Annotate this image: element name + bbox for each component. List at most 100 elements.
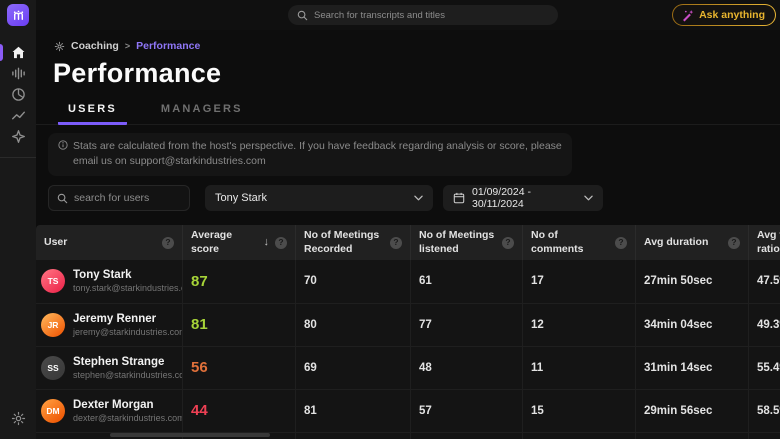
- date-range-picker[interactable]: 01/09/2024 - 30/11/2024: [443, 185, 603, 211]
- notice-text-line1: Stats are calculated from the host's per…: [73, 139, 562, 154]
- sidebar-item-reports[interactable]: [0, 84, 36, 105]
- column-header-meetings-recorded[interactable]: No of Meetings Recorded ?: [295, 225, 410, 259]
- avg-duration: 31min 14sec: [635, 347, 748, 389]
- meetings-recorded: 81: [295, 390, 410, 432]
- column-header-avg-duration[interactable]: Avg duration ?: [635, 225, 748, 259]
- performance-table: User ? Average score ↓ ? No of Meetings …: [36, 225, 780, 439]
- meetings-recorded: 69: [295, 347, 410, 389]
- gear-icon: [11, 411, 26, 426]
- user-name: Jeremy Renner: [73, 313, 182, 325]
- column-header-avg-talk-ratio[interactable]: Avg talk ratio ?: [748, 225, 780, 259]
- notice-text-line2: email us on support@starkindustries.com: [73, 154, 562, 169]
- main-content: Coaching > Performance Performance USERS…: [36, 30, 780, 439]
- sidebar-nav: [0, 42, 36, 158]
- sidebar: [0, 0, 36, 439]
- column-header-user[interactable]: User ?: [36, 225, 182, 259]
- breadcrumb-performance[interactable]: Performance: [136, 40, 200, 52]
- global-search[interactable]: [288, 5, 558, 25]
- stats-notice: Stats are calculated from the host's per…: [48, 133, 572, 176]
- ask-anything-label: Ask anything: [699, 9, 765, 21]
- active-indicator: [0, 44, 3, 61]
- user-email: jeremy@starkindustries.com: [73, 327, 182, 337]
- app-logo[interactable]: [7, 4, 29, 26]
- avg-talk-ratio: 55.4%: [748, 347, 780, 389]
- user-search[interactable]: [48, 185, 190, 211]
- sidebar-item-ai[interactable]: [0, 126, 36, 147]
- trend-icon: [11, 108, 26, 123]
- table-row[interactable]: TS Tony Stark tony.stark@starkindustries…: [36, 260, 780, 303]
- user-search-input[interactable]: [74, 192, 181, 204]
- chevron-down-icon: [414, 195, 423, 201]
- avg-duration: 27min 50sec: [635, 260, 748, 303]
- sidebar-item-settings[interactable]: [0, 408, 36, 429]
- user-name: Dexter Morgan: [73, 399, 182, 411]
- meetings-listened: 57: [410, 390, 522, 432]
- help-icon[interactable]: ?: [615, 237, 627, 249]
- table-row[interactable]: JR Jeremy Renner jeremy@starkindustries.…: [36, 303, 780, 346]
- column-header-meetings-listened[interactable]: No of Meetings listened ?: [410, 225, 522, 259]
- home-icon: [11, 45, 26, 60]
- avatar: DM: [41, 399, 65, 423]
- date-range-value: 01/09/2024 - 30/11/2024: [472, 186, 577, 210]
- table-row[interactable]: DM Dexter Morgan dexter@starkindustries.…: [36, 389, 780, 432]
- help-icon[interactable]: ?: [502, 237, 514, 249]
- ask-anything-button[interactable]: Ask anything: [672, 4, 776, 26]
- meetings-listened: 66: [410, 433, 522, 439]
- horizontal-scrollbar[interactable]: [110, 433, 270, 437]
- user-name: Stephen Strange: [73, 356, 182, 368]
- avg-talk-ratio: 58.5%: [748, 390, 780, 432]
- comments-count: 11: [522, 347, 635, 389]
- page-title: Performance: [53, 58, 780, 89]
- avatar: SS: [41, 356, 65, 380]
- user-select[interactable]: Tony Stark: [205, 185, 433, 211]
- avg-talk-ratio: 49.3%: [748, 304, 780, 346]
- tab-managers[interactable]: MANAGERS: [151, 99, 253, 125]
- brand-mark-icon: [12, 9, 25, 22]
- user-email: tony.stark@starkindustries.com: [73, 283, 182, 293]
- chevron-down-icon: [584, 195, 593, 201]
- breadcrumb-coaching[interactable]: Coaching: [71, 40, 119, 52]
- meetings-listened: 48: [410, 347, 522, 389]
- waveform-icon: [11, 66, 26, 81]
- pie-chart-icon: [11, 87, 26, 102]
- avg-talk-ratio: 45%: [748, 433, 780, 439]
- meetings-recorded: 80: [295, 304, 410, 346]
- table-header-row: User ? Average score ↓ ? No of Meetings …: [36, 225, 780, 259]
- sidebar-divider: [0, 157, 36, 158]
- avg-duration: 34min 04sec: [635, 304, 748, 346]
- table-row[interactable]: SS Stephen Strange stephen@starkindustri…: [36, 346, 780, 389]
- sidebar-item-home[interactable]: [0, 42, 36, 63]
- comments-count: 12: [522, 304, 635, 346]
- avg-duration: 29min 56sec: [635, 390, 748, 432]
- user-email: dexter@starkindustries.com: [73, 413, 182, 423]
- filter-bar: Tony Stark 01/09/2024 - 30/11/2024: [48, 185, 780, 211]
- breadcrumb-separator: >: [125, 41, 130, 51]
- help-icon[interactable]: ?: [728, 237, 740, 249]
- column-header-comments[interactable]: No of comments ?: [522, 225, 635, 259]
- sparkle-icon: [11, 129, 26, 144]
- meetings-listened: 77: [410, 304, 522, 346]
- comments-count: 20: [522, 433, 635, 439]
- sidebar-item-recordings[interactable]: [0, 63, 36, 84]
- sort-desc-icon[interactable]: ↓: [264, 236, 270, 250]
- avg-duration: 33min 03sec: [635, 433, 748, 439]
- tab-bar: USERS MANAGERS: [36, 99, 780, 125]
- average-score: 44: [182, 390, 295, 432]
- global-search-input[interactable]: [314, 10, 549, 21]
- calendar-icon: [453, 192, 465, 204]
- help-icon[interactable]: ?: [390, 237, 402, 249]
- tab-users[interactable]: USERS: [58, 99, 127, 125]
- user-name: Tony Stark: [73, 269, 182, 281]
- column-header-average-score[interactable]: Average score ↓ ?: [182, 225, 295, 259]
- average-score: 81: [182, 304, 295, 346]
- avatar: JR: [41, 313, 65, 337]
- help-icon[interactable]: ?: [162, 237, 174, 249]
- help-icon[interactable]: ?: [275, 237, 287, 249]
- user-select-value: Tony Stark: [215, 192, 267, 204]
- average-score: 56: [182, 347, 295, 389]
- average-score: 87: [182, 260, 295, 303]
- meetings-recorded: 72: [295, 433, 410, 439]
- sidebar-item-analytics[interactable]: [0, 105, 36, 126]
- meetings-recorded: 70: [295, 260, 410, 303]
- avatar: TS: [41, 269, 65, 293]
